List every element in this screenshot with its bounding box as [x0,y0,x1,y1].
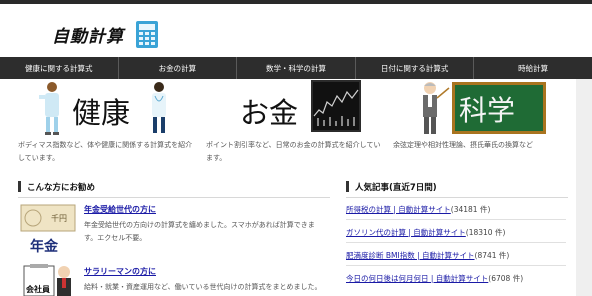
popular-count: (6708 件) [488,274,524,283]
category-desc-money: ポイント割引率など、日常のお金の計算式を紹介しています。 [206,141,381,162]
nav-item-date[interactable]: 日付に関する計算式 [354,57,474,79]
popular-link[interactable]: 所得税の計算 | 自動計算サイト [346,205,451,214]
recommend-desc-pension: 年金受給世代の方向けの計算式を纏めました。スマホがあれば計算できます。エクセル不… [84,221,315,242]
popular-link[interactable]: ガソリン代の計算 | 自動計算サイト [346,228,466,237]
nav-item-math-science[interactable]: 数学・科学の計算 [236,57,355,79]
recommend-title-salaryman[interactable]: サラリーマンの方に [84,266,156,277]
popular-item: 今日の何日後は何月何日 | 自動計算サイト(6708 件) [346,273,523,284]
teacher-illustration [423,82,450,134]
nav-item-money[interactable]: お金の計算 [117,57,237,79]
popular-count: (18310 件) [465,228,506,237]
office-worker-badge: 会社員 [26,285,50,294]
nav-item-health[interactable]: 健康に関する計算式 [0,57,118,79]
recommend-title-pension[interactable]: 年金受給世代の方に [84,204,156,215]
banknote-text: 千円 [51,213,67,223]
right-gutter [576,79,592,296]
divider [18,197,330,198]
recommend-desc-salaryman: 給料・就業・資産運用など、働いている世代向けの計算式をまとめました。 [84,283,322,291]
popular-link[interactable]: 肥満度診断 BMI指数 | 自動計算サイト [346,251,475,260]
divider [346,219,566,220]
popular-item: 肥満度診断 BMI指数 | 自動計算サイト(8741 件) [346,250,509,261]
divider [346,265,566,266]
popular-heading: 人気記事(直近7日間) [355,183,437,193]
divider [346,242,566,243]
category-desc-science: 余弦定理や相対性理論、摂氏華氏の換算など [393,141,533,149]
section-marker [346,181,349,192]
divider [346,197,568,198]
site-logo-text[interactable]: 自動計算 [52,22,124,47]
popular-item: ガソリン代の計算 | 自動計算サイト(18310 件) [346,227,505,238]
stock-chart-monitor [311,80,361,132]
pension-badge: 年金 [30,239,58,255]
popular-link[interactable]: 今日の何日後は何月何日 | 自動計算サイト [346,274,488,283]
category-title-health[interactable]: 健康 [72,90,130,132]
recommend-heading: こんな方にお勧め [27,183,96,193]
category-title-money[interactable]: お金 [240,90,298,132]
popular-count: (34181 件) [450,205,491,214]
section-marker [18,181,21,192]
site-header: 自動計算 [0,4,592,57]
popular-item: 所得税の計算 | 自動計算サイト(34181 件) [346,204,490,215]
category-desc-health: ボディマス指数など、体や健康に関係する計算式を紹介しています。 [18,141,193,162]
doctor-illustration [152,82,166,133]
chalkboard: 科学 [452,82,546,134]
main-nav: 健康に関する計算式 お金の計算 数学・科学の計算 日付に関する計算式 時給計算 [0,57,592,79]
category-title-science[interactable]: 科学 [459,89,515,129]
popular-count: (8741 件) [474,251,510,260]
calculator-icon[interactable] [136,21,158,48]
nav-item-hourly-wage[interactable]: 時給計算 [473,57,592,79]
nurse-illustration [39,82,59,135]
